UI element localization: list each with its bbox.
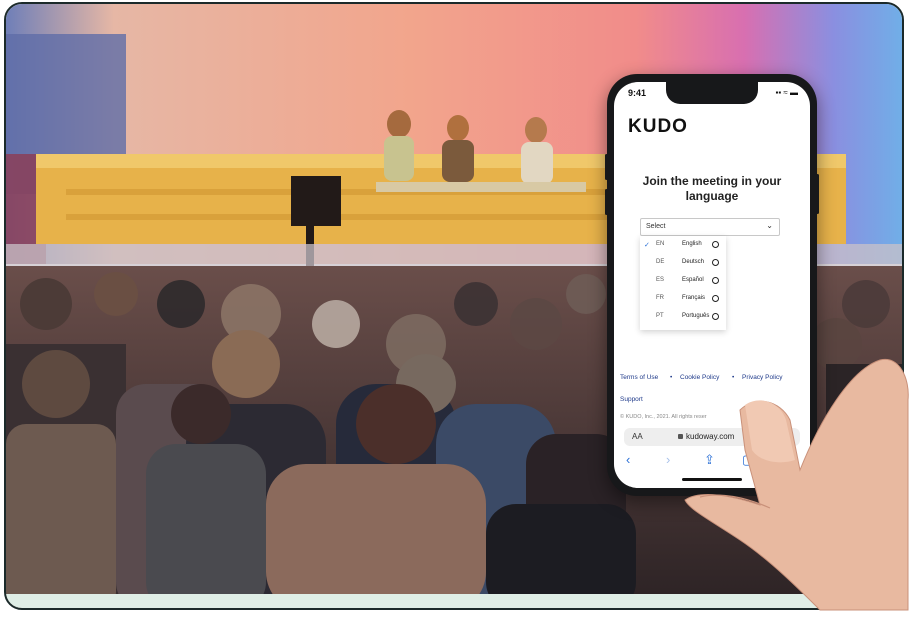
hand bbox=[684, 358, 909, 611]
